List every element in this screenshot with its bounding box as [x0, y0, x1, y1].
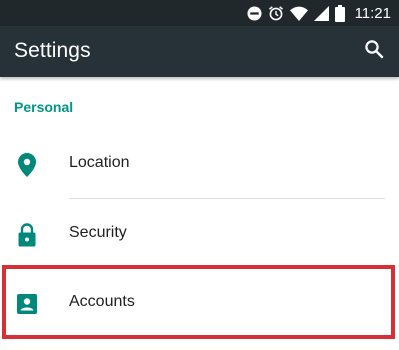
- settings-item-label: Security: [69, 224, 127, 241]
- settings-item-security[interactable]: Security: [0, 200, 399, 270]
- settings-item-accounts[interactable]: Accounts: [0, 269, 399, 339]
- settings-item-label: Location: [69, 154, 130, 171]
- account-box-icon: [15, 292, 39, 316]
- alarm-icon: [268, 5, 284, 21]
- battery-icon: [334, 4, 345, 22]
- settings-item-label: Accounts: [69, 293, 135, 310]
- do-not-disturb-icon: [247, 5, 262, 21]
- section-header-personal: Personal: [14, 99, 74, 115]
- status-time: 11:21: [354, 4, 391, 22]
- settings-screen: 11:21 Settings Personal Location Securit…: [0, 0, 399, 350]
- search-icon: [364, 39, 384, 64]
- page-title: Settings: [14, 39, 91, 62]
- app-bar: Settings: [0, 26, 399, 77]
- settings-item-location[interactable]: Location: [0, 130, 399, 200]
- signal-icon: [313, 5, 329, 21]
- status-bar: 11:21: [0, 0, 399, 26]
- lock-icon: [15, 223, 39, 247]
- wifi-icon: [289, 6, 308, 21]
- search-button[interactable]: [361, 38, 387, 64]
- location-pin-icon: [15, 153, 39, 177]
- list-divider: [69, 198, 385, 199]
- status-icons: 11:21: [247, 0, 391, 26]
